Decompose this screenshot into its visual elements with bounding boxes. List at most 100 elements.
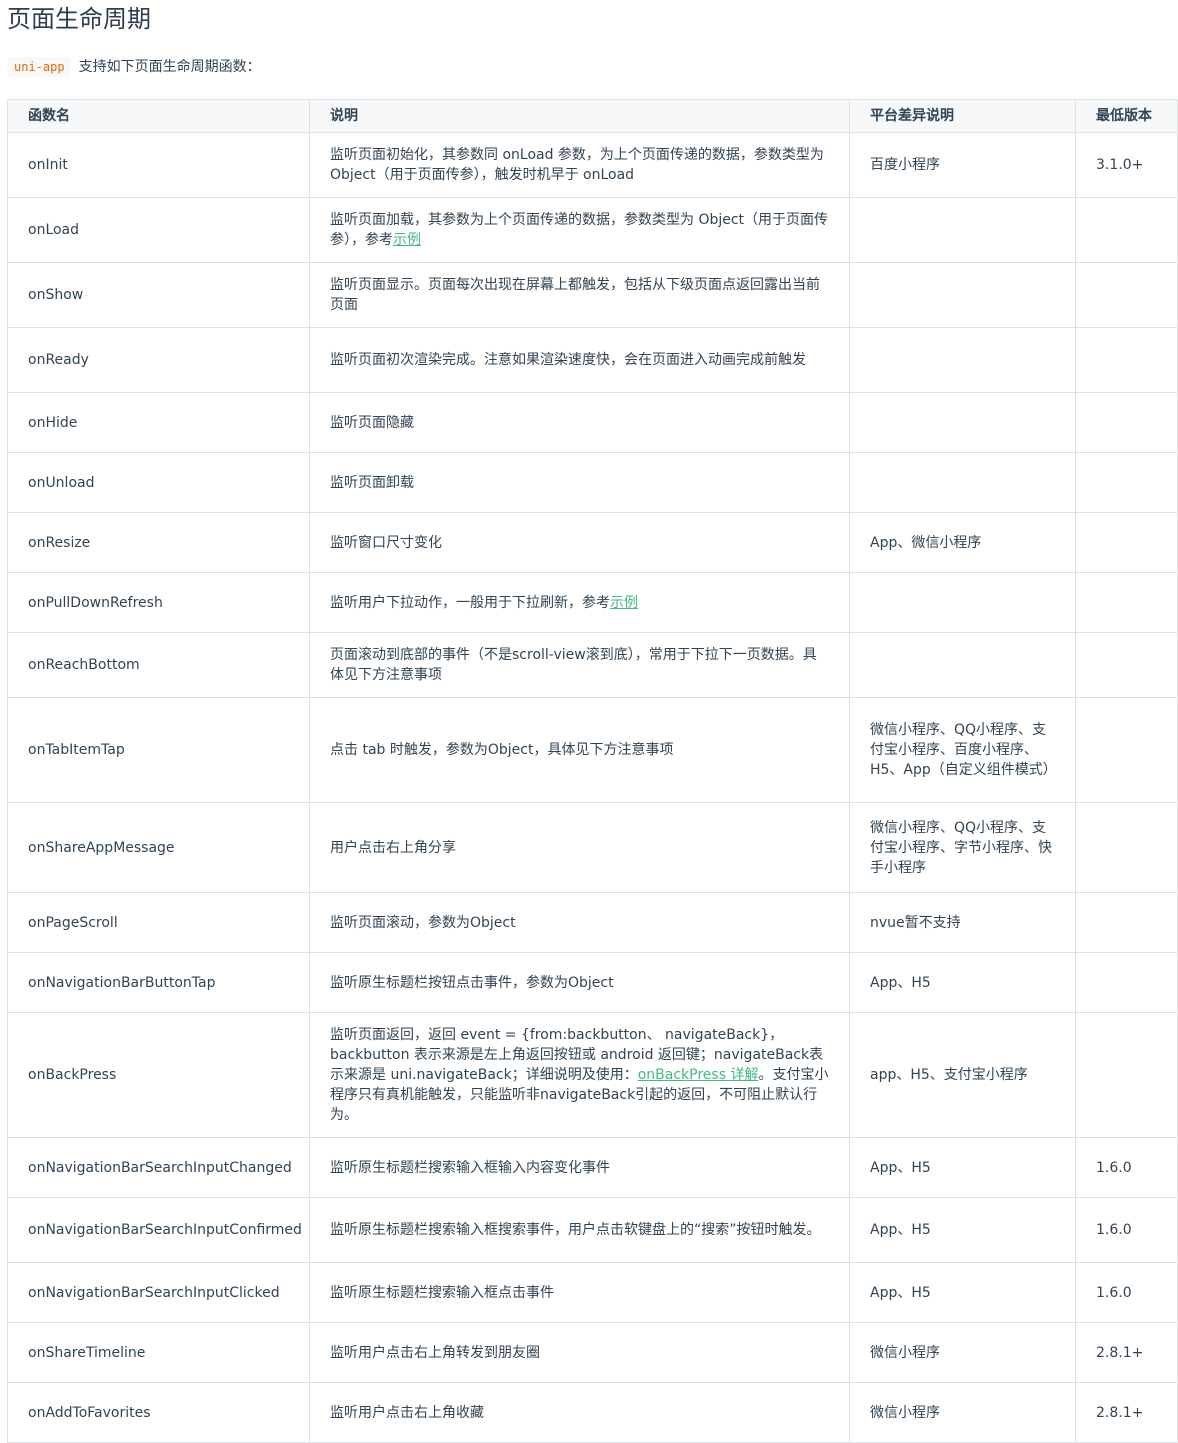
description-link[interactable]: 示例 (610, 595, 638, 611)
cell-function-name: onNavigationBarSearchInputConfirmed (7, 1197, 310, 1263)
cell-platform: nvue暂不支持 (849, 892, 1076, 953)
intro-text: 支持如下页面生命周期函数： (78, 59, 261, 75)
cell-platform: 百度小程序 (849, 132, 1076, 198)
cell-description: 监听原生标题栏搜索输入框点击事件 (309, 1262, 850, 1323)
cell-platform: 微信小程序 (849, 1382, 1076, 1443)
cell-platform (849, 632, 1076, 698)
cell-platform: App、H5 (849, 952, 1076, 1013)
description-link[interactable]: 示例 (393, 232, 421, 248)
cell-function-name: onPullDownRefresh (7, 572, 310, 633)
doc-page: 页面生命周期 uni-app 支持如下页面生命周期函数： 函数名 说明 平台差异说… (0, 0, 1178, 1443)
cell-function-name: onResize (7, 512, 310, 573)
table-row: onShow 监听页面显示。页面每次出现在屏幕上都触发，包括从下级页面点返回露出当… (7, 262, 1178, 328)
cell-description: 监听页面加载，其参数为上个页面传递的数据，参数类型为 Object（用于页面传参… (309, 197, 850, 263)
cell-version (1075, 512, 1178, 573)
cell-function-name: onShareTimeline (7, 1322, 310, 1383)
cell-platform (849, 262, 1076, 328)
cell-function-name: onBackPress (7, 1012, 310, 1138)
cell-description: 点击 tab 时触发，参数为Object，具体见下方注意事项 (309, 697, 850, 803)
cell-description: 监听用户点击右上角收藏 (309, 1382, 850, 1443)
cell-version: 2.8.1+ (1075, 1382, 1178, 1443)
cell-platform: App、H5 (849, 1262, 1076, 1323)
cell-version: 1.6.0 (1075, 1262, 1178, 1323)
cell-version (1075, 572, 1178, 633)
cell-version (1075, 632, 1178, 698)
cell-function-name: onAddToFavorites (7, 1382, 310, 1443)
description-text: 监听用户下拉动作，一般用于下拉刷新，参考 (330, 594, 610, 611)
cell-platform: 微信小程序、QQ小程序、支付宝小程序、字节小程序、快手小程序 (849, 802, 1076, 893)
cell-platform: app、H5、支付宝小程序 (849, 1012, 1076, 1138)
cell-version (1075, 952, 1178, 1013)
table-row: onUnload 监听页面卸载 (7, 452, 1178, 513)
header-cell-platform: 平台差异说明 (849, 99, 1076, 133)
lifecycle-table: 函数名 说明 平台差异说明 最低版本 onInit 监听页面初始化，其参数同 on… (7, 99, 1178, 1443)
table-row: onTabItemTap 点击 tab 时触发，参数为Object，具体见下方注意… (7, 697, 1178, 803)
cell-function-name: onNavigationBarButtonTap (7, 952, 310, 1013)
cell-description: 监听用户下拉动作，一般用于下拉刷新，参考示例 (309, 572, 850, 633)
inline-code: uni-app (8, 57, 71, 77)
table-row: onShareTimeline 监听用户点击右上角转发到朋友圈 微信小程序 2.8.1… (7, 1322, 1178, 1383)
cell-version (1075, 452, 1178, 513)
cell-function-name: onNavigationBarSearchInputClicked (7, 1262, 310, 1323)
cell-function-name: onTabItemTap (7, 697, 310, 803)
cell-function-name: onLoad (7, 197, 310, 263)
cell-function-name: onUnload (7, 452, 310, 513)
cell-description: 监听页面隐藏 (309, 392, 850, 453)
description-link[interactable]: onBackPress 详解 (638, 1067, 759, 1083)
header-cell-desc: 说明 (309, 99, 850, 133)
header-cell-version: 最低版本 (1075, 99, 1178, 133)
table-row: onNavigationBarSearchInputClicked 监听原生标题栏… (7, 1262, 1178, 1323)
cell-description: 监听页面初次渲染完成。注意如果渲染速度快，会在页面进入动画完成前触发 (309, 327, 850, 393)
table-row: onBackPress 监听页面返回，返回 event = {from:backb… (7, 1012, 1178, 1138)
cell-version (1075, 392, 1178, 453)
cell-platform (849, 327, 1076, 393)
cell-description: 监听用户点击右上角转发到朋友圈 (309, 1322, 850, 1383)
cell-description: 监听窗口尺寸变化 (309, 512, 850, 573)
cell-platform: 微信小程序、QQ小程序、支付宝小程序、百度小程序、H5、App（自定义组件模式） (849, 697, 1076, 803)
cell-version (1075, 892, 1178, 953)
table-row: onPullDownRefresh 监听用户下拉动作，一般用于下拉刷新，参考示例 (7, 572, 1178, 633)
cell-version (1075, 197, 1178, 263)
table-row: onShareAppMessage 用户点击右上角分享 微信小程序、QQ小程序、支付… (7, 802, 1178, 893)
intro-paragraph: uni-app 支持如下页面生命周期函数： (8, 56, 261, 78)
table-row: onAddToFavorites 监听用户点击右上角收藏 微信小程序 2.8.1+ (7, 1382, 1178, 1443)
cell-description: 监听原生标题栏按钮点击事件，参数为Object (309, 952, 850, 1013)
cell-description: 监听页面初始化，其参数同 onLoad 参数，为上个页面传递的数据，参数类型为 … (309, 132, 850, 198)
cell-description: 监听原生标题栏搜索输入框输入内容变化事件 (309, 1137, 850, 1198)
table-body: onInit 监听页面初始化，其参数同 onLoad 参数，为上个页面传递的数据，… (7, 132, 1178, 1443)
header-cell-name: 函数名 (7, 99, 310, 133)
cell-version (1075, 1012, 1178, 1138)
cell-function-name: onReachBottom (7, 632, 310, 698)
page-title: 页面生命周期 (7, 5, 151, 33)
table-row: onNavigationBarSearchInputChanged 监听原生标题栏… (7, 1137, 1178, 1198)
cell-description: 监听页面返回，返回 event = {from:backbutton、 navi… (309, 1012, 850, 1138)
table-row: onPageScroll 监听页面滚动，参数为Object nvue暂不支持 (7, 892, 1178, 953)
cell-function-name: onReady (7, 327, 310, 393)
cell-platform (849, 452, 1076, 513)
table-row: onLoad 监听页面加载，其参数为上个页面传递的数据，参数类型为 Object（… (7, 197, 1178, 263)
cell-platform (849, 392, 1076, 453)
cell-version: 2.8.1+ (1075, 1322, 1178, 1383)
cell-version (1075, 262, 1178, 328)
cell-description: 监听页面卸载 (309, 452, 850, 513)
table-row: onReachBottom 页面滚动到底部的事件（不是scroll-view滚到底… (7, 632, 1178, 698)
table-row: onReady 监听页面初次渲染完成。注意如果渲染速度快，会在页面进入动画完成前触… (7, 327, 1178, 393)
cell-function-name: onShareAppMessage (7, 802, 310, 893)
cell-platform: App、H5 (849, 1137, 1076, 1198)
cell-platform: App、微信小程序 (849, 512, 1076, 573)
cell-description: 用户点击右上角分享 (309, 802, 850, 893)
cell-function-name: onHide (7, 392, 310, 453)
table-row: onNavigationBarSearchInputConfirmed 监听原生标… (7, 1197, 1178, 1263)
cell-platform: 微信小程序 (849, 1322, 1076, 1383)
cell-function-name: onPageScroll (7, 892, 310, 953)
table-header-row: 函数名 说明 平台差异说明 最低版本 (7, 99, 1178, 133)
cell-version (1075, 802, 1178, 893)
cell-description: 页面滚动到底部的事件（不是scroll-view滚到底），常用于下拉下一页数据。… (309, 632, 850, 698)
cell-version (1075, 697, 1178, 803)
table-row: onResize 监听窗口尺寸变化 App、微信小程序 (7, 512, 1178, 573)
cell-description: 监听页面显示。页面每次出现在屏幕上都触发，包括从下级页面点返回露出当前页面 (309, 262, 850, 328)
table-row: onHide 监听页面隐藏 (7, 392, 1178, 453)
cell-function-name: onInit (7, 132, 310, 198)
cell-platform (849, 572, 1076, 633)
table-row: onNavigationBarButtonTap 监听原生标题栏按钮点击事件，参数… (7, 952, 1178, 1013)
